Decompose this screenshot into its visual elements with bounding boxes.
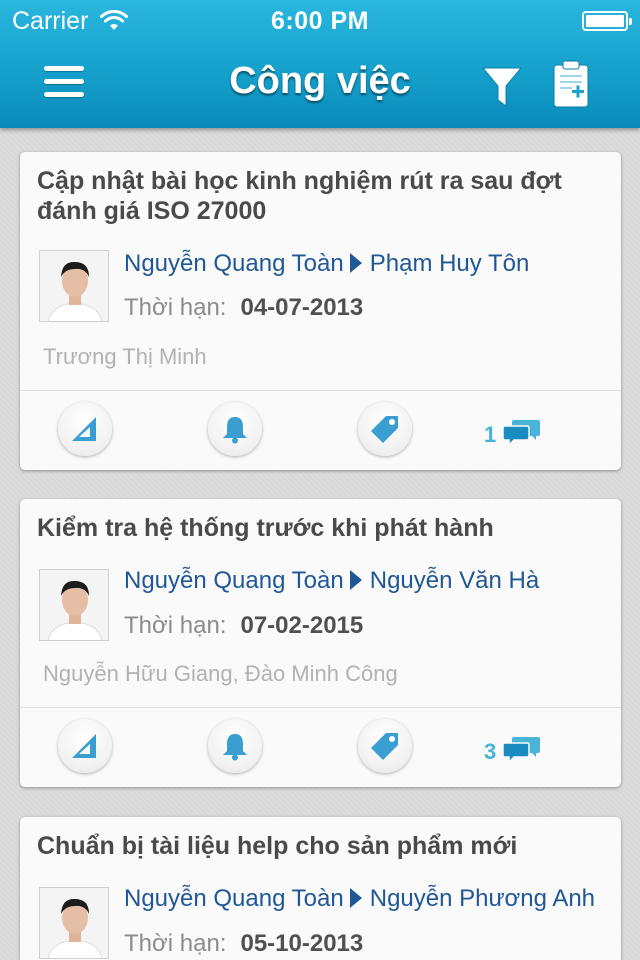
avatar — [39, 887, 109, 959]
arrow-right-icon — [349, 253, 362, 273]
task-title: Chuẩn bị tài liệu help cho sản phẩm mới — [37, 832, 518, 860]
task-card[interactable]: Chuẩn bị tài liệu help cho sản phẩm mới … — [20, 817, 621, 960]
tag-icon — [371, 416, 398, 443]
tag-button[interactable] — [358, 719, 412, 773]
arrow-right-icon — [349, 888, 362, 908]
deadline-label: Thời hạn: — [124, 294, 227, 321]
participants: Trương Thị Minh — [43, 344, 207, 369]
task-card[interactable]: Kiểm tra hệ thống trước khi phát hành Ng… — [20, 499, 621, 787]
task-list[interactable]: Cập nhật bài học kinh nghiệm rút ra sau … — [0, 128, 640, 960]
task-title: Cập nhật bài học kinh nghiệm rút ra sau … — [37, 167, 562, 225]
comments-button[interactable]: 1 — [484, 418, 542, 448]
set-square-ruler-icon — [72, 734, 96, 758]
comments-button[interactable]: 3 — [484, 735, 542, 765]
reminder-button[interactable] — [208, 402, 262, 456]
tag-icon — [371, 733, 398, 760]
deadline-date: 04-07-2013 — [240, 294, 364, 321]
edit-button[interactable] — [58, 402, 112, 456]
page-title: Công việc — [229, 60, 411, 102]
arrow-right-icon — [349, 570, 362, 590]
bell-icon — [223, 734, 247, 761]
clipboard-add-icon[interactable] — [552, 60, 590, 108]
edit-button[interactable] — [58, 719, 112, 773]
assignee-link[interactable]: Nguyễn Phương Anh — [370, 885, 595, 912]
set-square-ruler-icon — [72, 417, 96, 441]
assigner-link[interactable]: Nguyễn Quang Toàn — [124, 885, 344, 912]
avatar — [39, 569, 109, 641]
task-card[interactable]: Cập nhật bài học kinh nghiệm rút ra sau … — [20, 152, 621, 470]
comment-count: 1 — [484, 422, 497, 447]
tag-button[interactable] — [358, 402, 412, 456]
chat-bubbles-icon — [502, 737, 541, 764]
clock: 6:00 PM — [271, 7, 369, 35]
status-bar: Carrier 6:00 PM — [0, 0, 640, 40]
divider — [20, 390, 621, 391]
divider — [20, 707, 621, 708]
deadline-label: Thời hạn: — [124, 612, 227, 639]
participants: Nguyễn Hữu Giang, Đào Minh Công — [43, 661, 398, 686]
battery-icon — [582, 11, 632, 31]
deadline-date: 05-10-2013 — [240, 930, 364, 957]
assignee-link[interactable]: Phạm Huy Tôn — [370, 250, 530, 277]
assigner-link[interactable]: Nguyễn Quang Toàn — [124, 567, 344, 594]
filter-funnel-icon[interactable] — [481, 66, 523, 108]
nav-bar: Carrier 6:00 PM Công việc — [0, 0, 640, 128]
assigner-link[interactable]: Nguyễn Quang Toàn — [124, 250, 344, 277]
deadline-date: 07-02-2015 — [240, 612, 364, 639]
avatar — [39, 250, 109, 322]
chat-bubbles-icon — [502, 420, 541, 447]
task-title: Kiểm tra hệ thống trước khi phát hành — [37, 514, 494, 542]
reminder-button[interactable] — [208, 719, 262, 773]
assignee-link[interactable]: Nguyễn Văn Hà — [370, 567, 539, 594]
bell-icon — [223, 417, 247, 444]
comment-count: 3 — [484, 739, 497, 764]
deadline-label: Thời hạn: — [124, 930, 227, 957]
